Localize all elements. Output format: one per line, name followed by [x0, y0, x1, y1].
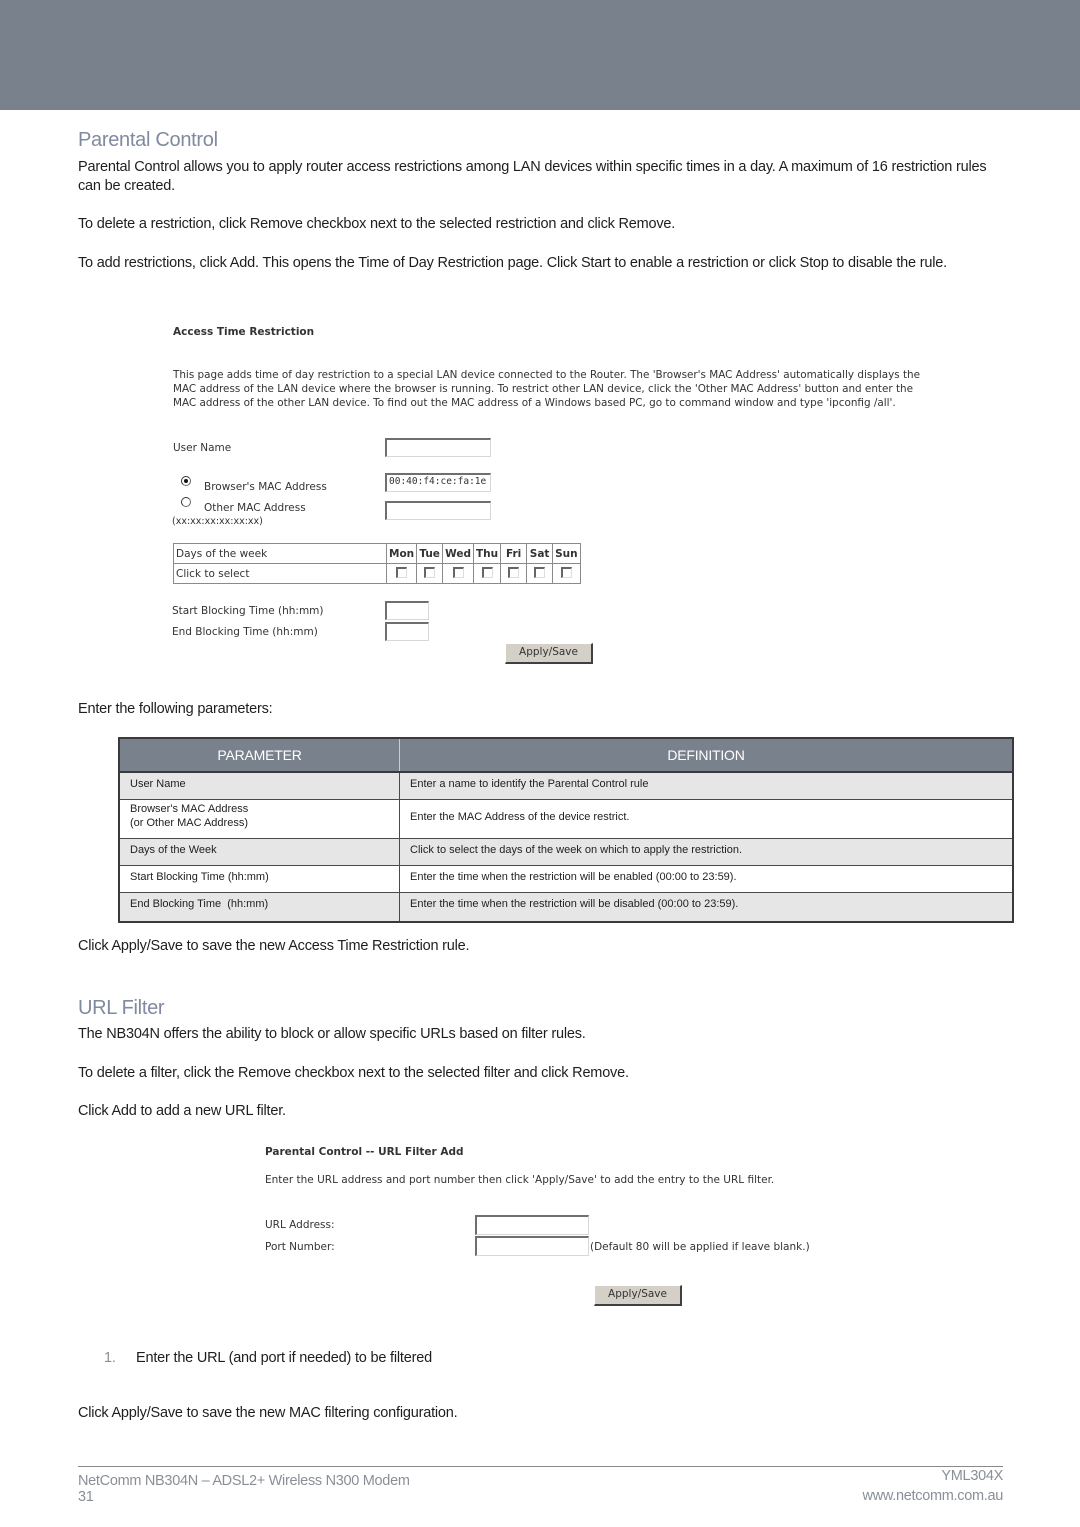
browser-mac-input[interactable]: 00:40:f4:ce:fa:1e: [385, 473, 491, 492]
day-header-mon: Mon: [385, 543, 418, 564]
paragraph: To add restrictions, click Add. This ope…: [78, 255, 947, 271]
url-address-input[interactable]: [475, 1215, 589, 1235]
checkbox-sun[interactable]: [560, 566, 572, 578]
footer-product: NetComm NB304N – ADSL2+ Wireless N300 Mo…: [78, 1473, 410, 1489]
day-header-wed: Wed: [442, 543, 474, 564]
screenshot-description: This page adds time of day restriction t…: [173, 369, 921, 409]
click-to-select-label: Click to select: [173, 563, 387, 584]
closing-note: Click Apply/Save to save the new MAC fil…: [78, 1405, 458, 1421]
start-time-label: Start Blocking Time (hh:mm): [172, 605, 324, 617]
checkbox-sat[interactable]: [534, 566, 546, 578]
other-mac-format-hint: (xx:xx:xx:xx:xx:xx): [172, 516, 263, 527]
screenshot-title: Access Time Restriction: [173, 326, 315, 338]
param-definition: Click to select the days of the week on …: [410, 844, 742, 856]
footer-website[interactable]: www.netcomm.com.au: [863, 1488, 1004, 1504]
paragraph: The NB304N offers the ability to block o…: [78, 1026, 586, 1042]
paragraph: Click Add to add a new URL filter.: [78, 1103, 286, 1119]
paragraph: To delete a restriction, click Remove ch…: [78, 216, 676, 232]
screenshot-description: Enter the URL address and port number th…: [265, 1174, 775, 1186]
apply-save-note: Click Apply/Save to save the new Access …: [78, 938, 470, 954]
section-heading-url-filter: URL Filter: [78, 997, 165, 1019]
step-text: Enter the URL (and port if needed) to be…: [136, 1350, 432, 1366]
table-row: User Name Enter a name to identify the P…: [119, 771, 1013, 800]
table-row: Days of the Week Click to select the day…: [119, 838, 1013, 866]
param-name: End Blocking Time (hh:mm): [130, 898, 269, 910]
param-definition: Enter the time when the restriction will…: [410, 898, 739, 910]
day-header-tue: Tue: [416, 543, 444, 564]
start-time-input[interactable]: [385, 601, 429, 620]
param-name: Browser's MAC Address: [130, 803, 249, 815]
browser-mac-radio[interactable]: [181, 476, 191, 486]
other-mac-label: Other MAC Address: [204, 502, 306, 514]
apply-save-button[interactable]: Apply/Save: [505, 643, 593, 664]
day-header-sun: Sun: [552, 543, 581, 564]
days-label: Days of the week: [173, 543, 387, 564]
end-time-label: End Blocking Time (hh:mm): [172, 626, 318, 638]
checkbox-tue[interactable]: [424, 566, 436, 578]
param-name-alt: (or Other MAC Address): [130, 817, 248, 829]
other-mac-input[interactable]: [385, 501, 491, 520]
section-heading-parental-control: Parental Control: [78, 129, 218, 151]
enter-parameters-text: Enter the following parameters:: [78, 701, 273, 717]
param-name: Days of the Week: [130, 844, 217, 856]
user-name-input[interactable]: [385, 438, 491, 457]
paragraph: To delete a filter, click the Remove che…: [78, 1065, 629, 1081]
param-definition: Enter a name to identify the Parental Co…: [410, 778, 649, 790]
footer-doc-code: YML304X: [941, 1468, 1003, 1484]
step-number: 1.: [104, 1350, 116, 1366]
parameter-table: PARAMETER DEFINITION User Name Enter a n…: [118, 737, 1014, 923]
param-name: Start Blocking Time (hh:mm): [130, 871, 269, 883]
port-number-label: Port Number:: [265, 1241, 335, 1253]
port-default-hint: (Default 80 will be applied if leave bla…: [590, 1241, 810, 1253]
paragraph: Parental Control allows you to apply rou…: [78, 159, 987, 194]
param-name: User Name: [130, 778, 186, 790]
day-header-thu: Thu: [472, 543, 502, 564]
user-name-label: User Name: [173, 442, 232, 454]
checkbox-thu[interactable]: [481, 566, 493, 578]
column-header-definition: DEFINITION: [399, 738, 1014, 773]
days-of-week-table: Days of the week Mon Tue Wed Thu Fri Sat…: [173, 543, 581, 584]
day-header-fri: Fri: [500, 543, 528, 564]
url-apply-save-button[interactable]: Apply/Save: [594, 1285, 682, 1306]
checkbox-wed[interactable]: [452, 566, 464, 578]
port-number-input[interactable]: [475, 1236, 589, 1256]
table-row: End Blocking Time (hh:mm) Enter the time…: [119, 892, 1013, 922]
table-row: Start Blocking Time (hh:mm) Enter the ti…: [119, 865, 1013, 893]
column-header-parameter: PARAMETER: [119, 738, 400, 773]
param-definition: Enter the MAC Address of the device rest…: [410, 811, 630, 823]
url-address-label: URL Address:: [265, 1219, 335, 1231]
table-row: Browser's MAC Address (or Other MAC Addre…: [119, 799, 1013, 839]
day-header-sat: Sat: [526, 543, 554, 564]
screenshot-title: Parental Control -- URL Filter Add: [265, 1146, 464, 1158]
footer-divider: [78, 1466, 1003, 1467]
footer-page-number: 31: [78, 1489, 94, 1505]
checkbox-fri[interactable]: [508, 566, 520, 578]
header-band: [0, 0, 1080, 110]
browser-mac-label: Browser's MAC Address: [204, 481, 327, 493]
param-definition: Enter the time when the restriction will…: [410, 871, 737, 883]
other-mac-radio[interactable]: [181, 497, 191, 507]
checkbox-mon[interactable]: [396, 566, 408, 578]
end-time-input[interactable]: [385, 622, 429, 641]
